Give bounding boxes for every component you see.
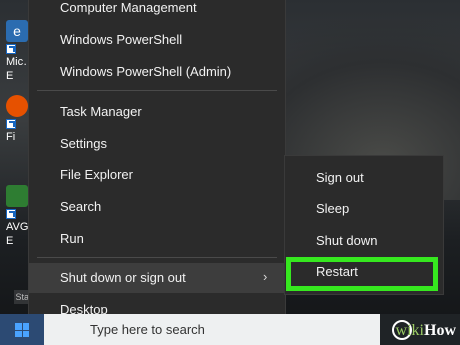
menu-item-shut-down-or-sign-out[interactable]: Shut down or sign out › xyxy=(29,263,285,293)
menu-item-file-explorer[interactable]: File Explorer xyxy=(29,161,285,189)
avg-icon xyxy=(6,185,28,207)
taskbar-search-input[interactable]: Type here to search xyxy=(44,314,380,345)
wikihow-watermark: wikiHow xyxy=(396,322,456,340)
menu-separator xyxy=(37,257,277,258)
shortcut-arrow-icon xyxy=(6,44,16,54)
firefox-icon xyxy=(6,95,28,117)
submenu-item-sleep[interactable]: Sleep xyxy=(285,194,443,224)
menu-item-label: Shut down or sign out xyxy=(60,270,186,285)
edge-icon: e xyxy=(6,20,28,42)
watermark-how: How xyxy=(424,322,456,339)
submenu-item-sign-out[interactable]: Sign out xyxy=(285,163,443,193)
start-button[interactable] xyxy=(0,314,44,345)
menu-item-run[interactable]: Run xyxy=(29,225,285,253)
menu-separator xyxy=(37,90,277,91)
taskbar: Type here to search xyxy=(0,314,460,345)
menu-item-task-manager[interactable]: Task Manager xyxy=(29,98,285,126)
menu-item-computer-management[interactable]: Computer Management xyxy=(29,0,285,22)
chevron-right-icon: › xyxy=(263,269,268,284)
menu-item-windows-powershell[interactable]: Windows PowerShell xyxy=(29,26,285,54)
menu-item-search[interactable]: Search xyxy=(29,193,285,221)
menu-item-settings[interactable]: Settings xyxy=(29,130,285,158)
shortcut-arrow-icon xyxy=(6,209,16,219)
windows-logo-icon xyxy=(15,323,29,337)
power-user-menu: Computer Management Windows PowerShell W… xyxy=(28,0,286,332)
submenu-item-shut-down[interactable]: Shut down xyxy=(285,226,443,256)
watermark-wiki: wiki xyxy=(395,322,424,339)
restart-highlight-box xyxy=(286,257,438,291)
shortcut-arrow-icon xyxy=(6,119,16,129)
menu-item-windows-powershell-admin[interactable]: Windows PowerShell (Admin) xyxy=(29,58,285,86)
